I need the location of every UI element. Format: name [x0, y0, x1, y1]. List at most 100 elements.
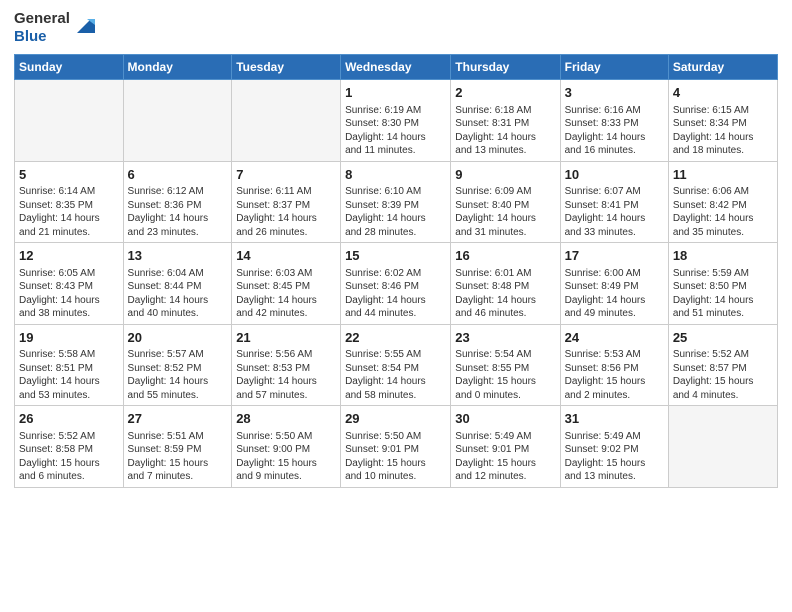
day-number: 23: [455, 329, 555, 347]
calendar-cell-w4-d6: 25Sunrise: 5:52 AM Sunset: 8:57 PM Dayli…: [668, 324, 777, 406]
calendar-cell-w4-d0: 19Sunrise: 5:58 AM Sunset: 8:51 PM Dayli…: [15, 324, 124, 406]
day-number: 11: [673, 166, 773, 184]
calendar-header-row: SundayMondayTuesdayWednesdayThursdayFrid…: [15, 55, 778, 80]
day-number: 13: [128, 247, 228, 265]
calendar-cell-w4-d3: 22Sunrise: 5:55 AM Sunset: 8:54 PM Dayli…: [341, 324, 451, 406]
calendar-cell-w2-d5: 10Sunrise: 6:07 AM Sunset: 8:41 PM Dayli…: [560, 161, 668, 243]
day-info: Sunrise: 6:11 AM Sunset: 8:37 PM Dayligh…: [236, 185, 336, 239]
day-info: Sunrise: 5:50 AM Sunset: 9:01 PM Dayligh…: [345, 430, 446, 484]
day-number: 19: [19, 329, 119, 347]
week-row-1: 1Sunrise: 6:19 AM Sunset: 8:30 PM Daylig…: [15, 80, 778, 162]
day-info: Sunrise: 6:00 AM Sunset: 8:49 PM Dayligh…: [565, 267, 664, 321]
calendar-cell-w3-d1: 13 Sunrise: 6:04 AM Sunset: 8:44 PM Dayli…: [123, 243, 232, 325]
day-number: 8: [345, 166, 446, 184]
day-info: Sunrise: 6:16 AM Sunset: 8:33 PM Dayligh…: [565, 104, 664, 158]
calendar-cell-w5-d2: 28Sunrise: 5:50 AM Sunset: 9:00 PM Dayli…: [232, 406, 341, 488]
day-info: Sunrise: 5:58 AM Sunset: 8:51 PM Dayligh…: [19, 348, 119, 402]
calendar-cell-w5-d6: [668, 406, 777, 488]
day-info: Sunrise: 5:49 AM Sunset: 9:02 PM Dayligh…: [565, 430, 664, 484]
day-number: 20: [128, 329, 228, 347]
header-thursday: Thursday: [451, 55, 560, 80]
day-number: 10: [565, 166, 664, 184]
day-info: Sunrise: 6:04 AM Sunset: 8:44 PM Dayligh…: [128, 267, 228, 321]
day-info: Sunrise: 6:14 AM Sunset: 8:35 PM Dayligh…: [19, 185, 119, 239]
day-info: Sunrise: 5:56 AM Sunset: 8:53 PM Dayligh…: [236, 348, 336, 402]
day-number: 3: [565, 84, 664, 102]
day-number: 24: [565, 329, 664, 347]
day-info: Sunrise: 5:51 AM Sunset: 8:59 PM Dayligh…: [128, 430, 228, 484]
day-number: 26: [19, 410, 119, 428]
header-monday: Monday: [123, 55, 232, 80]
week-row-2: 5Sunrise: 6:14 AM Sunset: 8:35 PM Daylig…: [15, 161, 778, 243]
day-info: Sunrise: 5:54 AM Sunset: 8:55 PM Dayligh…: [455, 348, 555, 402]
day-info: Sunrise: 5:52 AM Sunset: 8:58 PM Dayligh…: [19, 430, 119, 484]
calendar-cell-w5-d5: 31 Sunrise: 5:49 AM Sunset: 9:02 PM Dayli…: [560, 406, 668, 488]
header-friday: Friday: [560, 55, 668, 80]
calendar-cell-w3-d6: 18 Sunrise: 5:59 AM Sunset: 8:50 PM Dayli…: [668, 243, 777, 325]
calendar-cell-w4-d4: 23Sunrise: 5:54 AM Sunset: 8:55 PM Dayli…: [451, 324, 560, 406]
day-number: 15: [345, 247, 446, 265]
header-sunday: Sunday: [15, 55, 124, 80]
day-info: Sunrise: 5:49 AM Sunset: 9:01 PM Dayligh…: [455, 430, 555, 484]
calendar-cell-w3-d0: 12 Sunrise: 6:05 AM Sunset: 8:43 PM Dayli…: [15, 243, 124, 325]
day-number: 27: [128, 410, 228, 428]
calendar-cell-w1-d1: [123, 80, 232, 162]
calendar-cell-w2-d3: 8Sunrise: 6:10 AM Sunset: 8:39 PM Daylig…: [341, 161, 451, 243]
calendar-cell-w1-d4: 2Sunrise: 6:18 AM Sunset: 8:31 PM Daylig…: [451, 80, 560, 162]
week-row-5: 26 Sunrise: 5:52 AM Sunset: 8:58 PM Dayli…: [15, 406, 778, 488]
day-info: Sunrise: 5:59 AM Sunset: 8:50 PM Dayligh…: [673, 267, 773, 321]
calendar-cell-w4-d5: 24Sunrise: 5:53 AM Sunset: 8:56 PM Dayli…: [560, 324, 668, 406]
calendar-cell-w3-d2: 14Sunrise: 6:03 AM Sunset: 8:45 PM Dayli…: [232, 243, 341, 325]
week-row-4: 19Sunrise: 5:58 AM Sunset: 8:51 PM Dayli…: [15, 324, 778, 406]
day-info: Sunrise: 6:15 AM Sunset: 8:34 PM Dayligh…: [673, 104, 773, 158]
calendar-cell-w4-d2: 21Sunrise: 5:56 AM Sunset: 8:53 PM Dayli…: [232, 324, 341, 406]
day-info: Sunrise: 6:10 AM Sunset: 8:39 PM Dayligh…: [345, 185, 446, 239]
header-wednesday: Wednesday: [341, 55, 451, 80]
logo-blue-text: Blue: [14, 28, 70, 46]
day-number: 5: [19, 166, 119, 184]
calendar-cell-w2-d4: 9Sunrise: 6:09 AM Sunset: 8:40 PM Daylig…: [451, 161, 560, 243]
calendar-cell-w1-d0: [15, 80, 124, 162]
calendar-cell-w5-d4: 30 Sunrise: 5:49 AM Sunset: 9:01 PM Dayli…: [451, 406, 560, 488]
day-number: 18: [673, 247, 773, 265]
calendar-cell-w3-d5: 17Sunrise: 6:00 AM Sunset: 8:49 PM Dayli…: [560, 243, 668, 325]
day-number: 6: [128, 166, 228, 184]
day-number: 12: [19, 247, 119, 265]
calendar-cell-w3-d3: 15Sunrise: 6:02 AM Sunset: 8:46 PM Dayli…: [341, 243, 451, 325]
logo: General Blue: [14, 10, 95, 46]
calendar-cell-w1-d6: 4 Sunrise: 6:15 AM Sunset: 8:34 PM Daylig…: [668, 80, 777, 162]
day-info: Sunrise: 6:03 AM Sunset: 8:45 PM Dayligh…: [236, 267, 336, 321]
day-info: Sunrise: 6:06 AM Sunset: 8:42 PM Dayligh…: [673, 185, 773, 239]
day-info: Sunrise: 5:50 AM Sunset: 9:00 PM Dayligh…: [236, 430, 336, 484]
header: General Blue: [14, 10, 778, 46]
header-tuesday: Tuesday: [232, 55, 341, 80]
calendar-cell-w2-d2: 7Sunrise: 6:11 AM Sunset: 8:37 PM Daylig…: [232, 161, 341, 243]
day-number: 30: [455, 410, 555, 428]
calendar-cell-w5-d3: 29 Sunrise: 5:50 AM Sunset: 9:01 PM Dayli…: [341, 406, 451, 488]
day-number: 21: [236, 329, 336, 347]
day-info: Sunrise: 6:12 AM Sunset: 8:36 PM Dayligh…: [128, 185, 228, 239]
day-number: 22: [345, 329, 446, 347]
day-info: Sunrise: 6:09 AM Sunset: 8:40 PM Dayligh…: [455, 185, 555, 239]
day-number: 2: [455, 84, 555, 102]
day-info: Sunrise: 5:52 AM Sunset: 8:57 PM Dayligh…: [673, 348, 773, 402]
day-number: 1: [345, 84, 446, 102]
calendar-cell-w4-d1: 20Sunrise: 5:57 AM Sunset: 8:52 PM Dayli…: [123, 324, 232, 406]
day-info: Sunrise: 6:01 AM Sunset: 8:48 PM Dayligh…: [455, 267, 555, 321]
calendar: SundayMondayTuesdayWednesdayThursdayFrid…: [14, 54, 778, 488]
day-info: Sunrise: 5:57 AM Sunset: 8:52 PM Dayligh…: [128, 348, 228, 402]
logo-general-text: General: [14, 10, 70, 28]
day-number: 4: [673, 84, 773, 102]
week-row-3: 12 Sunrise: 6:05 AM Sunset: 8:43 PM Dayli…: [15, 243, 778, 325]
day-number: 9: [455, 166, 555, 184]
calendar-cell-w2-d0: 5Sunrise: 6:14 AM Sunset: 8:35 PM Daylig…: [15, 161, 124, 243]
page: General Blue SundayMondayTuesdayWednesda…: [0, 0, 792, 612]
calendar-cell-w5-d0: 26 Sunrise: 5:52 AM Sunset: 8:58 PM Dayli…: [15, 406, 124, 488]
day-number: 31: [565, 410, 664, 428]
day-info: Sunrise: 6:05 AM Sunset: 8:43 PM Dayligh…: [19, 267, 119, 321]
day-info: Sunrise: 5:55 AM Sunset: 8:54 PM Dayligh…: [345, 348, 446, 402]
day-number: 29: [345, 410, 446, 428]
header-saturday: Saturday: [668, 55, 777, 80]
day-number: 16: [455, 247, 555, 265]
day-number: 7: [236, 166, 336, 184]
